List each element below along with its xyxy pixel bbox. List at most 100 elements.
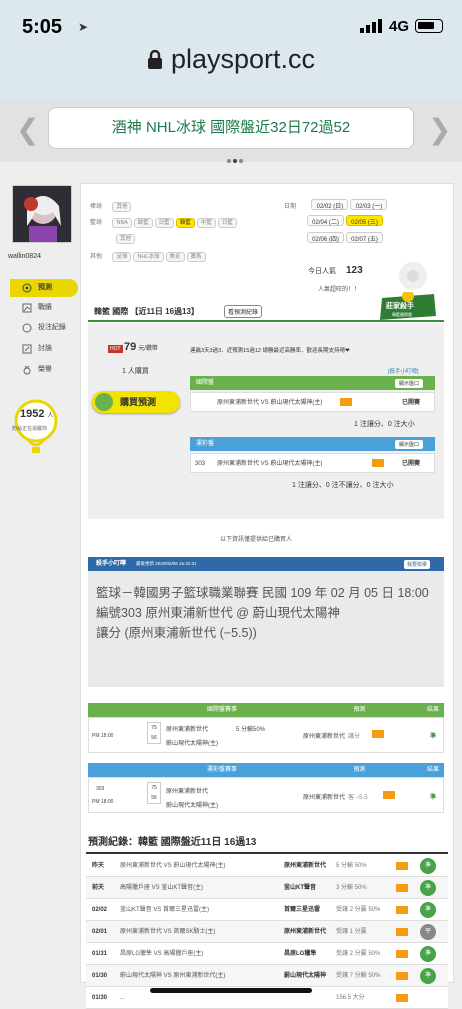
record-date: 01/30 <box>92 995 108 1001</box>
local-show-button[interactable]: 顯示盤口 <box>395 440 424 449</box>
record-match: 蔚山現代太陽神 VS 原州東浦新世代(主) <box>120 973 226 979</box>
next-arrow-icon[interactable]: ❯ <box>428 113 451 146</box>
record-row[interactable]: 01/30 蔚山現代太陽神 VS 原州東浦新世代(主) 蔚山現代太陽神 受讓 7 分輸… <box>86 965 448 987</box>
fans-note: 粉絲正在追蹤你 <box>12 426 48 432</box>
intl-stats: 1 注讓分、0 注大小 <box>354 421 415 428</box>
filter-kr[interactable]: 韓籃 <box>175 218 195 228</box>
report-button[interactable]: 我要檢舉 <box>404 560 431 569</box>
prev-arrow-icon[interactable]: ❮ <box>16 113 39 146</box>
filter-basketball-more: 其他 <box>116 227 137 245</box>
page-title: 酒神 NHL冰球 國際盤近32日72過52 <box>48 107 414 149</box>
battery-icon <box>415 19 443 33</box>
record-detail: 受讓 1 分贏 <box>336 929 367 935</box>
intl-table-row <box>88 717 444 753</box>
date-0202[interactable]: 02/02 (日) <box>311 199 349 210</box>
local-scores: 75 56 <box>147 782 161 804</box>
date-0204[interactable]: 02/04 (二) <box>307 215 344 226</box>
menu-item-discuss[interactable]: 討論 <box>10 340 78 358</box>
filter-others: 其他 足球 NHL冰球 美足 賽馬 <box>90 245 208 263</box>
tip-line-2: 編號303 原州東浦新世代 @ 蔚山現代太陽神 <box>96 606 340 620</box>
local-result: 準 <box>430 795 437 801</box>
local-pick: 原州東浦新世代客 −5.5 <box>303 795 368 801</box>
local-stats: 1 注讓分、0 注不讓分、0 注大小 <box>292 482 394 489</box>
record-row[interactable]: 02/01 原州東浦新世代 VS 首爾SK騎士(主) 原州東浦新世代 受讓 1 分贏 平 <box>86 921 448 943</box>
intl-game-row: 原州東浦新世代 VS 蔚山現代太陽神(主) 已開賽 <box>190 392 435 412</box>
intl-result: 準 <box>430 734 437 740</box>
tip-content: 籃球－韓國男子籃球職業聯賽 民國 109 年 02 月 05 日 18:00 編… <box>96 583 442 643</box>
record-date: 02/01 <box>92 929 108 935</box>
filter-other[interactable]: 其他 <box>116 234 136 244</box>
filter-horse[interactable]: 賽馬 <box>186 252 206 262</box>
intl-handicap: 5 分輸50% <box>236 727 266 733</box>
record-result: 準 <box>420 880 436 896</box>
menu-item-bets[interactable]: 投注紀錄 <box>10 319 78 337</box>
record-pick: 原州東浦新世代 <box>284 863 327 869</box>
date-0207[interactable]: 02/07 (五) <box>346 232 383 243</box>
url-text: playsport.cc <box>170 44 316 74</box>
filter-basketball: 籃球 NBA 歐籃 日籃 韓籃 中籃 日籃 <box>90 211 239 229</box>
date-0206[interactable]: 02/06 (四) <box>307 232 344 243</box>
local-pick-badge <box>383 791 395 799</box>
tip-link[interactable]: [殺手小叮嚀] <box>388 367 419 375</box>
filter-nhl[interactable]: NHL冰球 <box>133 252 164 262</box>
local-table-pick-head: 預測 <box>297 763 422 777</box>
clock: 5:05 <box>22 16 63 38</box>
cart-icon <box>95 393 113 411</box>
filter-soccer[interactable]: 足球 <box>112 252 132 262</box>
popularity: 今日人氣 123 <box>308 265 363 276</box>
local-team1: 原州東浦新世代 <box>166 789 209 795</box>
record-detail: 5 分輸 50% <box>336 863 367 869</box>
address-bar[interactable]: playsport.cc <box>0 44 462 75</box>
record-detail: 156.5 大分 <box>336 995 365 1001</box>
filter-jp[interactable]: 日籃 <box>154 218 174 228</box>
intl-pick: 原州東浦新世代 讓分 <box>303 734 361 740</box>
record-badge <box>396 884 408 892</box>
date-0203[interactable]: 02/03 (一) <box>350 199 388 210</box>
date-0205[interactable]: 02/05 (三) <box>346 215 383 226</box>
record-pick: 昌原LG獵隼 <box>284 951 317 957</box>
record-result: 準 <box>420 946 436 962</box>
intl-pick-badge <box>372 730 384 738</box>
buyer-count: 1 人購買 <box>122 368 149 375</box>
price-tag: HOT <box>108 345 123 353</box>
record-row[interactable]: 前天 高陽獵戶座 VS 釜山KT聲音(主) 釜山KT聲音 3 分輸 50% 準 <box>86 877 448 899</box>
home-indicator[interactable] <box>150 988 312 993</box>
record-match: 昌原LG獵隼 VS 高陽獵戶座(主) <box>120 951 204 957</box>
local-team2: 蔚山現代太陽神(主) <box>166 803 218 809</box>
filter-nfl[interactable]: 美足 <box>165 252 185 262</box>
record-row[interactable]: 01/31 昌原LG獵隼 VS 高陽獵戶座(主) 昌原LG獵隼 受讓 2 分贏 50%… <box>86 943 448 965</box>
coin-icon <box>22 323 32 333</box>
record-result: 準 <box>420 858 436 874</box>
record-date: 昨天 <box>92 863 105 869</box>
record-pick: 首爾三星迅雷 <box>284 907 321 913</box>
filter-cn[interactable]: 中籃 <box>196 218 216 228</box>
location-icon: ➤ <box>78 20 89 34</box>
streak-text: 連贏3天3過3．近預測15過12 總勝最近高勝率．歡迎長期支持唷❤ <box>190 348 350 354</box>
intl-team1: 原州東浦新世代 <box>166 727 209 733</box>
record-detail: 受讓 7 分輸 50% <box>336 973 381 979</box>
avatar[interactable] <box>12 185 72 243</box>
intl-time: PM 18:00 <box>92 733 114 739</box>
date-row2: 02/04 (二) 02/05 (三) <box>306 211 384 229</box>
pager-dots[interactable] <box>226 150 244 168</box>
history-button[interactable]: 看預測紀錄 <box>224 305 263 318</box>
medal-icon <box>23 365 31 375</box>
intl-show-button[interactable]: 顯示盤口 <box>395 379 424 388</box>
menu-item-predict[interactable]: 預測 <box>10 279 78 297</box>
buyer-note: 以下資訊僅提供給已購買人 <box>220 537 293 543</box>
records-divider <box>86 852 448 854</box>
record-badge <box>396 950 408 958</box>
avatar-image <box>13 186 71 242</box>
menu-item-honor[interactable]: 榮譽 <box>10 361 78 379</box>
record-match: 原州東浦新世代 VS 首爾SK騎士(主) <box>120 929 216 935</box>
username: wallin0824 <box>8 253 42 260</box>
record-detail: 受讓 2 分贏 50% <box>336 951 381 957</box>
tip-line-3: 讓分 (原州東浦新世代 (−5.5)) <box>96 626 257 640</box>
record-row[interactable]: 昨天 原州東浦新世代 VS 蔚山現代太陽神(主) 原州東浦新世代 5 分輸 50% 準 <box>86 855 448 877</box>
record-row[interactable]: 02/02 釜山KT聲音 VS 首爾三星迅雷(主) 首爾三星迅雷 受讓 2 分贏 50… <box>86 899 448 921</box>
record-badge <box>396 972 408 980</box>
filter-jp2[interactable]: 日籃 <box>217 218 237 228</box>
menu-item-record[interactable]: 戰績 <box>10 299 78 317</box>
date-row3: 02/06 (四) 02/07 (五) <box>306 228 384 246</box>
record-result: 平 <box>420 924 436 940</box>
